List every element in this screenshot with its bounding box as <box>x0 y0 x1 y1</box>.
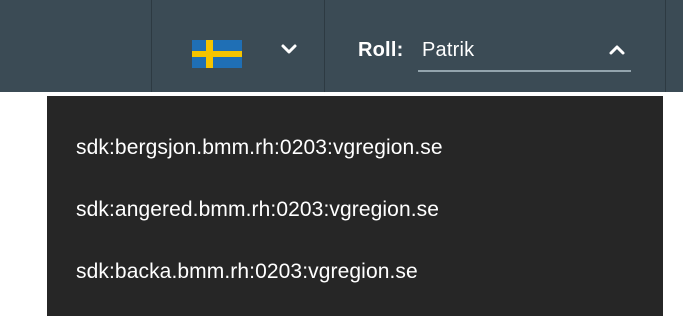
topbar-divider <box>665 0 666 92</box>
role-label: Roll: <box>358 39 404 61</box>
dropdown-item-label: sdk:backa.bmm.rh:0203:vgregion.se <box>76 260 418 283</box>
language-selector[interactable] <box>152 0 324 92</box>
chevron-up-icon <box>609 45 625 55</box>
role-value: Patrik <box>422 39 475 61</box>
top-bar: Roll: Patrik <box>0 0 683 92</box>
role-select[interactable]: Patrik <box>418 30 631 72</box>
chevron-down-icon <box>281 44 297 54</box>
dropdown-item-label: sdk:angered.bmm.rh:0203:vgregion.se <box>76 198 440 221</box>
role-dropdown-menu: sdk:bergsjon.bmm.rh:0203:vgregion.se sdk… <box>47 96 663 316</box>
dropdown-item-label: sdk:bergsjon.bmm.rh:0203:vgregion.se <box>76 136 443 159</box>
dropdown-item[interactable]: sdk:bergsjon.bmm.rh:0203:vgregion.se <box>47 118 663 178</box>
dropdown-item[interactable]: sdk:backa.bmm.rh:0203:vgregion.se <box>47 242 663 302</box>
role-area: Roll: Patrik <box>325 0 665 92</box>
dropdown-item[interactable]: sdk:angered.bmm.rh:0203:vgregion.se <box>47 180 663 240</box>
swedish-flag-icon <box>192 40 242 68</box>
